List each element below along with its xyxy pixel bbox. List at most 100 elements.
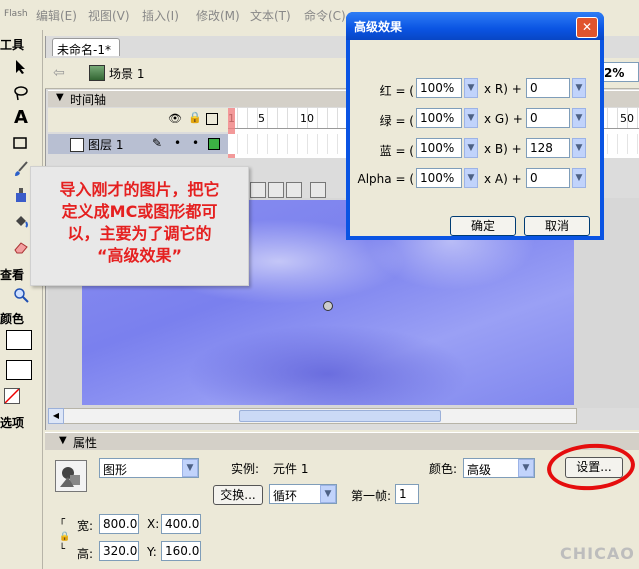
- chevron-down-icon[interactable]: ▼: [464, 78, 478, 98]
- arrow-tool-icon[interactable]: [10, 56, 32, 78]
- brush-tool-icon[interactable]: [10, 158, 32, 180]
- first-frame-label: 第一帧:: [351, 489, 392, 503]
- width-field[interactable]: 800.0: [99, 514, 139, 534]
- blue-percent-field[interactable]: 100%: [416, 138, 462, 158]
- view-label: 查看: [0, 268, 25, 282]
- green-label: 绿 = (: [379, 114, 414, 128]
- frame-number-5: 5: [258, 112, 265, 125]
- fill-color-swatch[interactable]: [6, 360, 32, 380]
- options-label: 选项: [0, 416, 25, 430]
- constrain-lock-icon[interactable]: 🔒: [59, 532, 70, 542]
- layer-row[interactable]: 图层 1 ✎ • •: [48, 134, 228, 154]
- chevron-down-icon[interactable]: ▼: [464, 108, 478, 128]
- width-label: 宽:: [77, 519, 94, 533]
- no-color-icon[interactable]: [4, 388, 20, 404]
- properties-title: 属性: [73, 436, 98, 450]
- paint-bucket-tool-icon[interactable]: [10, 210, 32, 232]
- alpha-channel-label: x A) +: [484, 172, 522, 186]
- frame-number-10: 10: [300, 112, 314, 125]
- onion-markers-icon[interactable]: [310, 182, 326, 198]
- eraser-tool-icon[interactable]: [10, 236, 32, 258]
- close-icon[interactable]: ✕: [576, 17, 598, 38]
- callout-line-3: 以，主要为了调它的: [67, 224, 212, 243]
- edit-tools-row: [250, 182, 330, 198]
- green-percent-field[interactable]: 100%: [416, 108, 462, 128]
- menu-view[interactable]: 视图(V): [88, 7, 130, 24]
- scene-label: 场景 1: [109, 67, 145, 81]
- collapse-arrow-icon[interactable]: ▼: [59, 435, 67, 446]
- stroke-color-swatch[interactable]: [6, 330, 32, 350]
- callout-line-4: “高级效果”: [96, 246, 183, 265]
- text-tool-icon[interactable]: A: [10, 106, 32, 128]
- chevron-down-icon[interactable]: ▼: [572, 138, 586, 158]
- chevron-down-icon[interactable]: ▼: [464, 138, 478, 158]
- chevron-down-icon[interactable]: ▼: [518, 459, 534, 477]
- scrollbar-thumb[interactable]: [239, 410, 441, 422]
- alpha-percent-field[interactable]: 100%: [416, 168, 462, 188]
- layer-lock-dot[interactable]: •: [192, 136, 199, 150]
- rectangle-tool-icon[interactable]: [10, 132, 32, 154]
- x-field[interactable]: 400.0: [161, 514, 201, 534]
- eye-icon[interactable]: 👁: [168, 112, 182, 125]
- y-label: Y:: [147, 545, 157, 559]
- scroll-left-icon[interactable]: ◀: [48, 408, 64, 424]
- back-arrow-icon[interactable]: ⇦: [53, 65, 65, 81]
- advanced-effect-dialog: 高级效果 ✕ 红 = ( 100% ▼ x R) + 0 ▼ 绿 = ( 100…: [346, 12, 604, 240]
- instance-value: 元件 1: [273, 462, 309, 476]
- blue-offset-field[interactable]: 128: [526, 138, 570, 158]
- edit-multiple-icon[interactable]: [286, 182, 302, 198]
- red-offset-field[interactable]: 0: [526, 78, 570, 98]
- red-percent-field[interactable]: 100%: [416, 78, 462, 98]
- onion-skin-icon[interactable]: [250, 182, 266, 198]
- symbol-type-value: 图形: [103, 463, 128, 477]
- outline-icon[interactable]: [206, 113, 218, 125]
- loop-value: 循环: [273, 489, 298, 503]
- graphic-symbol-icon: [55, 460, 87, 492]
- menu-commands[interactable]: 命令(C): [304, 7, 346, 24]
- zoom-field[interactable]: 2%: [601, 62, 639, 82]
- zoom-tool-icon[interactable]: [10, 284, 32, 306]
- lock-icon[interactable]: 🔒: [188, 111, 202, 124]
- cancel-button[interactable]: 取消: [524, 216, 590, 236]
- horizontal-scrollbar[interactable]: [48, 408, 577, 424]
- chevron-down-icon[interactable]: ▼: [182, 459, 198, 477]
- alpha-offset-field[interactable]: 0: [526, 168, 570, 188]
- ink-bottle-tool-icon[interactable]: [10, 184, 32, 206]
- registration-point[interactable]: [323, 301, 333, 311]
- menu-text[interactable]: 文本(T): [250, 7, 291, 24]
- watermark: CHICAO: [560, 544, 635, 563]
- green-channel-label: x G) +: [484, 112, 523, 126]
- swap-button[interactable]: 交换...: [213, 485, 263, 505]
- callout-line-2: 定义成MC或图形都可: [61, 202, 218, 221]
- chevron-down-icon[interactable]: ▼: [572, 108, 586, 128]
- chevron-down-icon[interactable]: ▼: [320, 485, 336, 503]
- onion-outline-icon[interactable]: [268, 182, 284, 198]
- callout-annotation: 导入刚才的图片，把它 定义成MC或图形都可 以，主要为了调它的 “高级效果”: [30, 166, 249, 286]
- chevron-down-icon[interactable]: ▼: [572, 78, 586, 98]
- properties-header[interactable]: ▼ 属性: [45, 432, 639, 451]
- height-field[interactable]: 320.0: [99, 541, 139, 561]
- menu-edit[interactable]: 编辑(E): [36, 7, 77, 24]
- y-field[interactable]: 160.0: [161, 541, 201, 561]
- app-logo: Flash: [4, 9, 28, 19]
- red-label: 红 = (: [379, 84, 414, 98]
- chevron-down-icon[interactable]: ▼: [572, 168, 586, 188]
- menu-insert[interactable]: 插入(I): [142, 7, 179, 24]
- blue-channel-label: x B) +: [484, 142, 522, 156]
- lasso-tool-icon[interactable]: [10, 82, 32, 104]
- scene-clapper-icon: [89, 65, 105, 81]
- alpha-label: Alpha = (: [357, 172, 414, 186]
- first-frame-field[interactable]: 1: [395, 484, 419, 504]
- ok-button[interactable]: 确定: [450, 216, 516, 236]
- document-tab[interactable]: 未命名-1*: [52, 38, 120, 57]
- dialog-title-bar[interactable]: 高级效果 ✕: [346, 12, 604, 40]
- timeline-title: 时间轴: [70, 93, 107, 107]
- height-corner-icon: └: [59, 544, 66, 555]
- chevron-down-icon[interactable]: ▼: [464, 168, 478, 188]
- collapse-arrow-icon[interactable]: ▼: [56, 92, 64, 103]
- layer-outline-swatch[interactable]: [208, 138, 220, 150]
- tools-title: 工具: [0, 38, 25, 52]
- layer-visible-dot[interactable]: •: [174, 136, 181, 150]
- green-offset-field[interactable]: 0: [526, 108, 570, 128]
- menu-modify[interactable]: 修改(M): [196, 7, 240, 24]
